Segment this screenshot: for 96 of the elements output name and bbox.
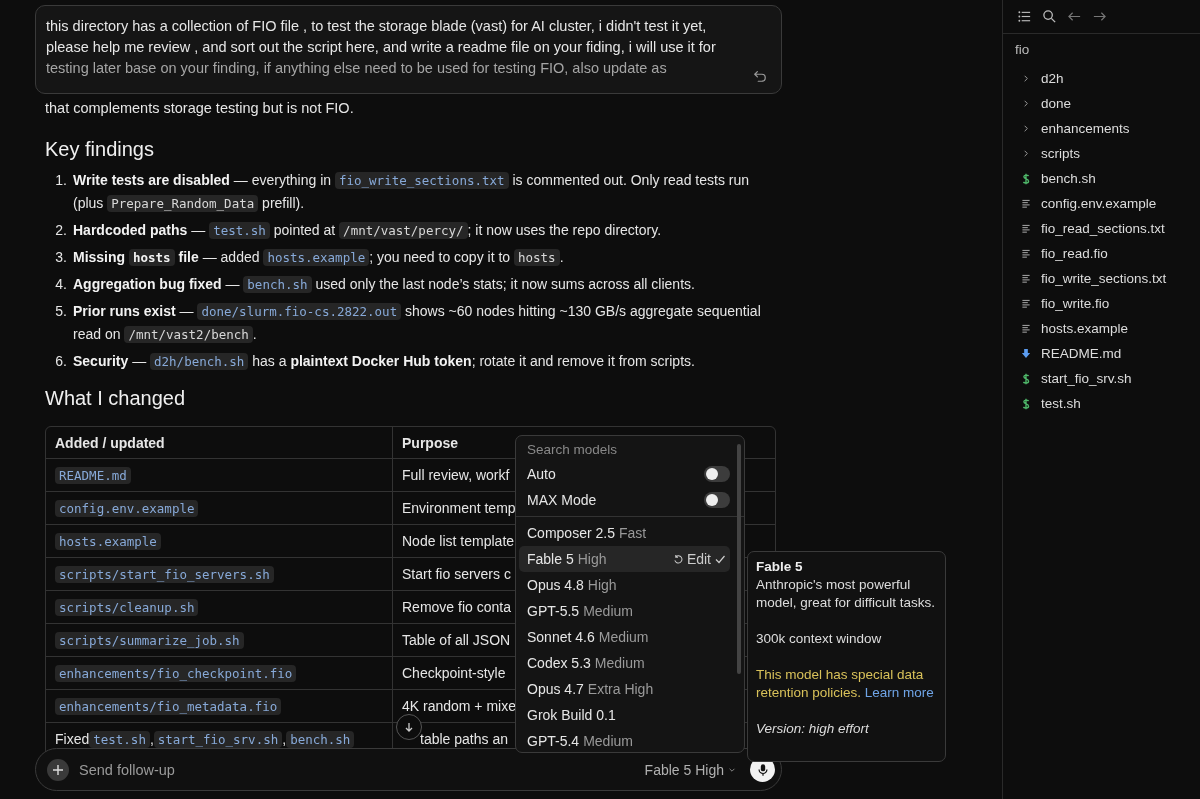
model-option[interactable]: Opus 4.7 Extra High: [519, 676, 730, 702]
table-cell: Node list template: [402, 533, 515, 549]
scroll-down-button[interactable]: [396, 714, 422, 740]
file-tree-item[interactable]: enhancements: [1041, 121, 1130, 136]
column-header: Added / updated: [55, 434, 165, 451]
table-cell: Start fio servers c: [402, 566, 511, 582]
model-option[interactable]: Codex 5.3 Medium: [519, 650, 730, 676]
table-cell: Checkpoint-style: [402, 665, 506, 681]
table-cell: Remove fio conta: [402, 599, 511, 615]
chevron-right-icon[interactable]: [1021, 74, 1031, 83]
chevron-right-icon[interactable]: [1021, 124, 1031, 133]
file-tree-item[interactable]: d2h: [1041, 71, 1064, 86]
section-heading: Key findings: [45, 138, 155, 161]
finding-text: Missing hosts file — added hosts.example ; you need to copy it to hosts .: [73, 248, 564, 268]
finding-text: Hardcoded paths — test.sh pointed at /mnt/vast/percy/ ; it now uses the repo directory.: [73, 221, 662, 241]
tooltip-text: Version: high effort: [756, 720, 870, 738]
edit-link[interactable]: Edit: [686, 551, 711, 567]
model-option[interactable]: Grok Build 0.1: [519, 702, 730, 728]
list-number: 5.: [54, 302, 68, 321]
file-tree-item[interactable]: fio_read_sections.txt: [1041, 221, 1165, 236]
model-selector[interactable]: Fable 5 High: [638, 760, 742, 779]
finding-text: Write tests are disabled — everything in fio_write_sections.txt is commented out. Only read tests run (plus Prepare_Random_Data prefill).: [73, 171, 750, 214]
model-option[interactable]: Opus 4.8 High: [519, 572, 730, 598]
chevron-right-icon[interactable]: [1021, 99, 1031, 108]
tooltip-text: 300k context window: [756, 630, 883, 648]
section-heading: What I changed: [45, 387, 187, 410]
list-number: 3.: [54, 248, 68, 267]
table-cell: Table of all JSON: [402, 632, 511, 648]
table-cell: Environment temp: [402, 500, 516, 516]
text-file-icon: [1021, 299, 1031, 308]
toggle-switch[interactable]: [704, 492, 730, 508]
prompt-text: this directory has a collection of FIO file , to test the storage blade (vast) for AI cluster, i didn't test it yet, please help me review , and sort out the script here, and write a readme file on your fiding, i will use it for testing later base on your finding, if anything else need to be used for testing FIO, also update as: [46, 17, 717, 78]
table-cell: enhancements/fio_metadata.fio: [46, 690, 393, 722]
file-tree-item[interactable]: fio_write_sections.txt: [1041, 271, 1167, 286]
list-number: 1.: [54, 171, 68, 190]
text-file-icon: [1021, 224, 1031, 233]
table-cell: README.md: [46, 459, 393, 491]
undo-icon: [672, 553, 684, 565]
table-cell: table paths an: [420, 731, 508, 747]
file-tree-item[interactable]: test.sh: [1041, 396, 1081, 411]
down-arrow-icon: [1021, 348, 1031, 359]
check-icon: [714, 553, 726, 565]
column-header: Purpose: [402, 434, 458, 451]
file-tree-item[interactable]: start_fio_srv.sh: [1041, 371, 1132, 386]
dollar-icon: [1021, 172, 1031, 185]
text-file-icon: [1021, 249, 1031, 258]
finding-text: Aggregation bug fixed — bench.sh used only the last node’s stats; it now sums across all clients.: [73, 275, 695, 295]
message-field[interactable]: Send follow-up Fable 5 High: [35, 748, 782, 791]
finding-text: Security — d2h/bench.sh has a plaintext Docker Hub token; rotate it and remove it from scripts.: [73, 352, 695, 372]
dollar-icon: [1021, 372, 1031, 385]
model-option[interactable]: Fable 5 High Edit: [519, 546, 730, 572]
list-icon[interactable]: [1017, 9, 1032, 24]
list-number: 2.: [54, 221, 68, 240]
search-icon[interactable]: [1042, 9, 1057, 24]
scrollbar[interactable]: [737, 444, 741, 674]
table-cell: hosts.example: [46, 525, 393, 557]
toggle-switch[interactable]: [704, 466, 730, 482]
model-option[interactable]: GPT-5.5 Medium: [519, 598, 730, 624]
model-option[interactable]: Sonnet 4.6 Medium: [519, 624, 730, 650]
table-cell: 4K random + mixe: [402, 698, 516, 714]
file-tree-item[interactable]: fio_write.fio: [1041, 296, 1110, 311]
warning-text: This model has special data retention policies. Learn more: [756, 666, 935, 702]
folder-name: fio: [1015, 42, 1031, 59]
text-file-icon: [1021, 274, 1031, 283]
file-tree-item[interactable]: scripts: [1041, 146, 1080, 161]
learn-more-link[interactable]: Learn more: [864, 685, 934, 700]
file-tree-item[interactable]: config.env.example: [1041, 196, 1157, 211]
table-cell: config.env.example: [46, 492, 393, 524]
table-cell: scripts/start_fio_servers.sh: [46, 558, 393, 590]
list-number: 4.: [54, 275, 68, 294]
table-cell: Full review, workf: [402, 467, 510, 483]
search-field[interactable]: Search models: [519, 438, 725, 461]
file-tree-item[interactable]: done: [1041, 96, 1072, 111]
text-file-icon: [1021, 199, 1031, 208]
chevron-right-icon[interactable]: [1021, 149, 1031, 158]
toggle-label: MAX Mode: [527, 492, 597, 508]
finding-text: Prior runs exist — done/slurm.fio-cs.2822.out shows ~60 nodes hitting ~130 GB/s aggregate sequential read on /mnt/vast2/bench .: [73, 302, 762, 345]
table-cell: scripts/cleanup.sh: [46, 591, 393, 623]
plus-icon: [52, 763, 64, 776]
tooltip-text: Anthropic's most powerful model, great for difficult tasks.: [756, 576, 937, 612]
arrow-down-icon: [403, 721, 415, 733]
model-option[interactable]: Composer 2.5 Fast: [519, 520, 730, 546]
file-tree-item[interactable]: hosts.example: [1041, 321, 1129, 336]
list-number: 6.: [54, 352, 68, 371]
table-cell: enhancements/fio_checkpoint.fio: [46, 657, 393, 689]
file-tree-item[interactable]: README.md: [1041, 346, 1122, 361]
text-file-icon: [1021, 324, 1031, 333]
file-tree-item[interactable]: bench.sh: [1041, 171, 1096, 186]
table-cell: scripts/summarize_job.sh: [46, 624, 393, 656]
undo-icon[interactable]: [753, 69, 767, 83]
paragraph: that complements storage testing but is not FIO.: [45, 99, 355, 118]
tooltip-title: Fable 5: [756, 558, 804, 576]
add-button[interactable]: [47, 758, 69, 781]
dollar-icon: [1021, 397, 1031, 410]
file-tree-item[interactable]: fio_read.fio: [1041, 246, 1108, 261]
toggle-label: Auto: [527, 466, 556, 482]
